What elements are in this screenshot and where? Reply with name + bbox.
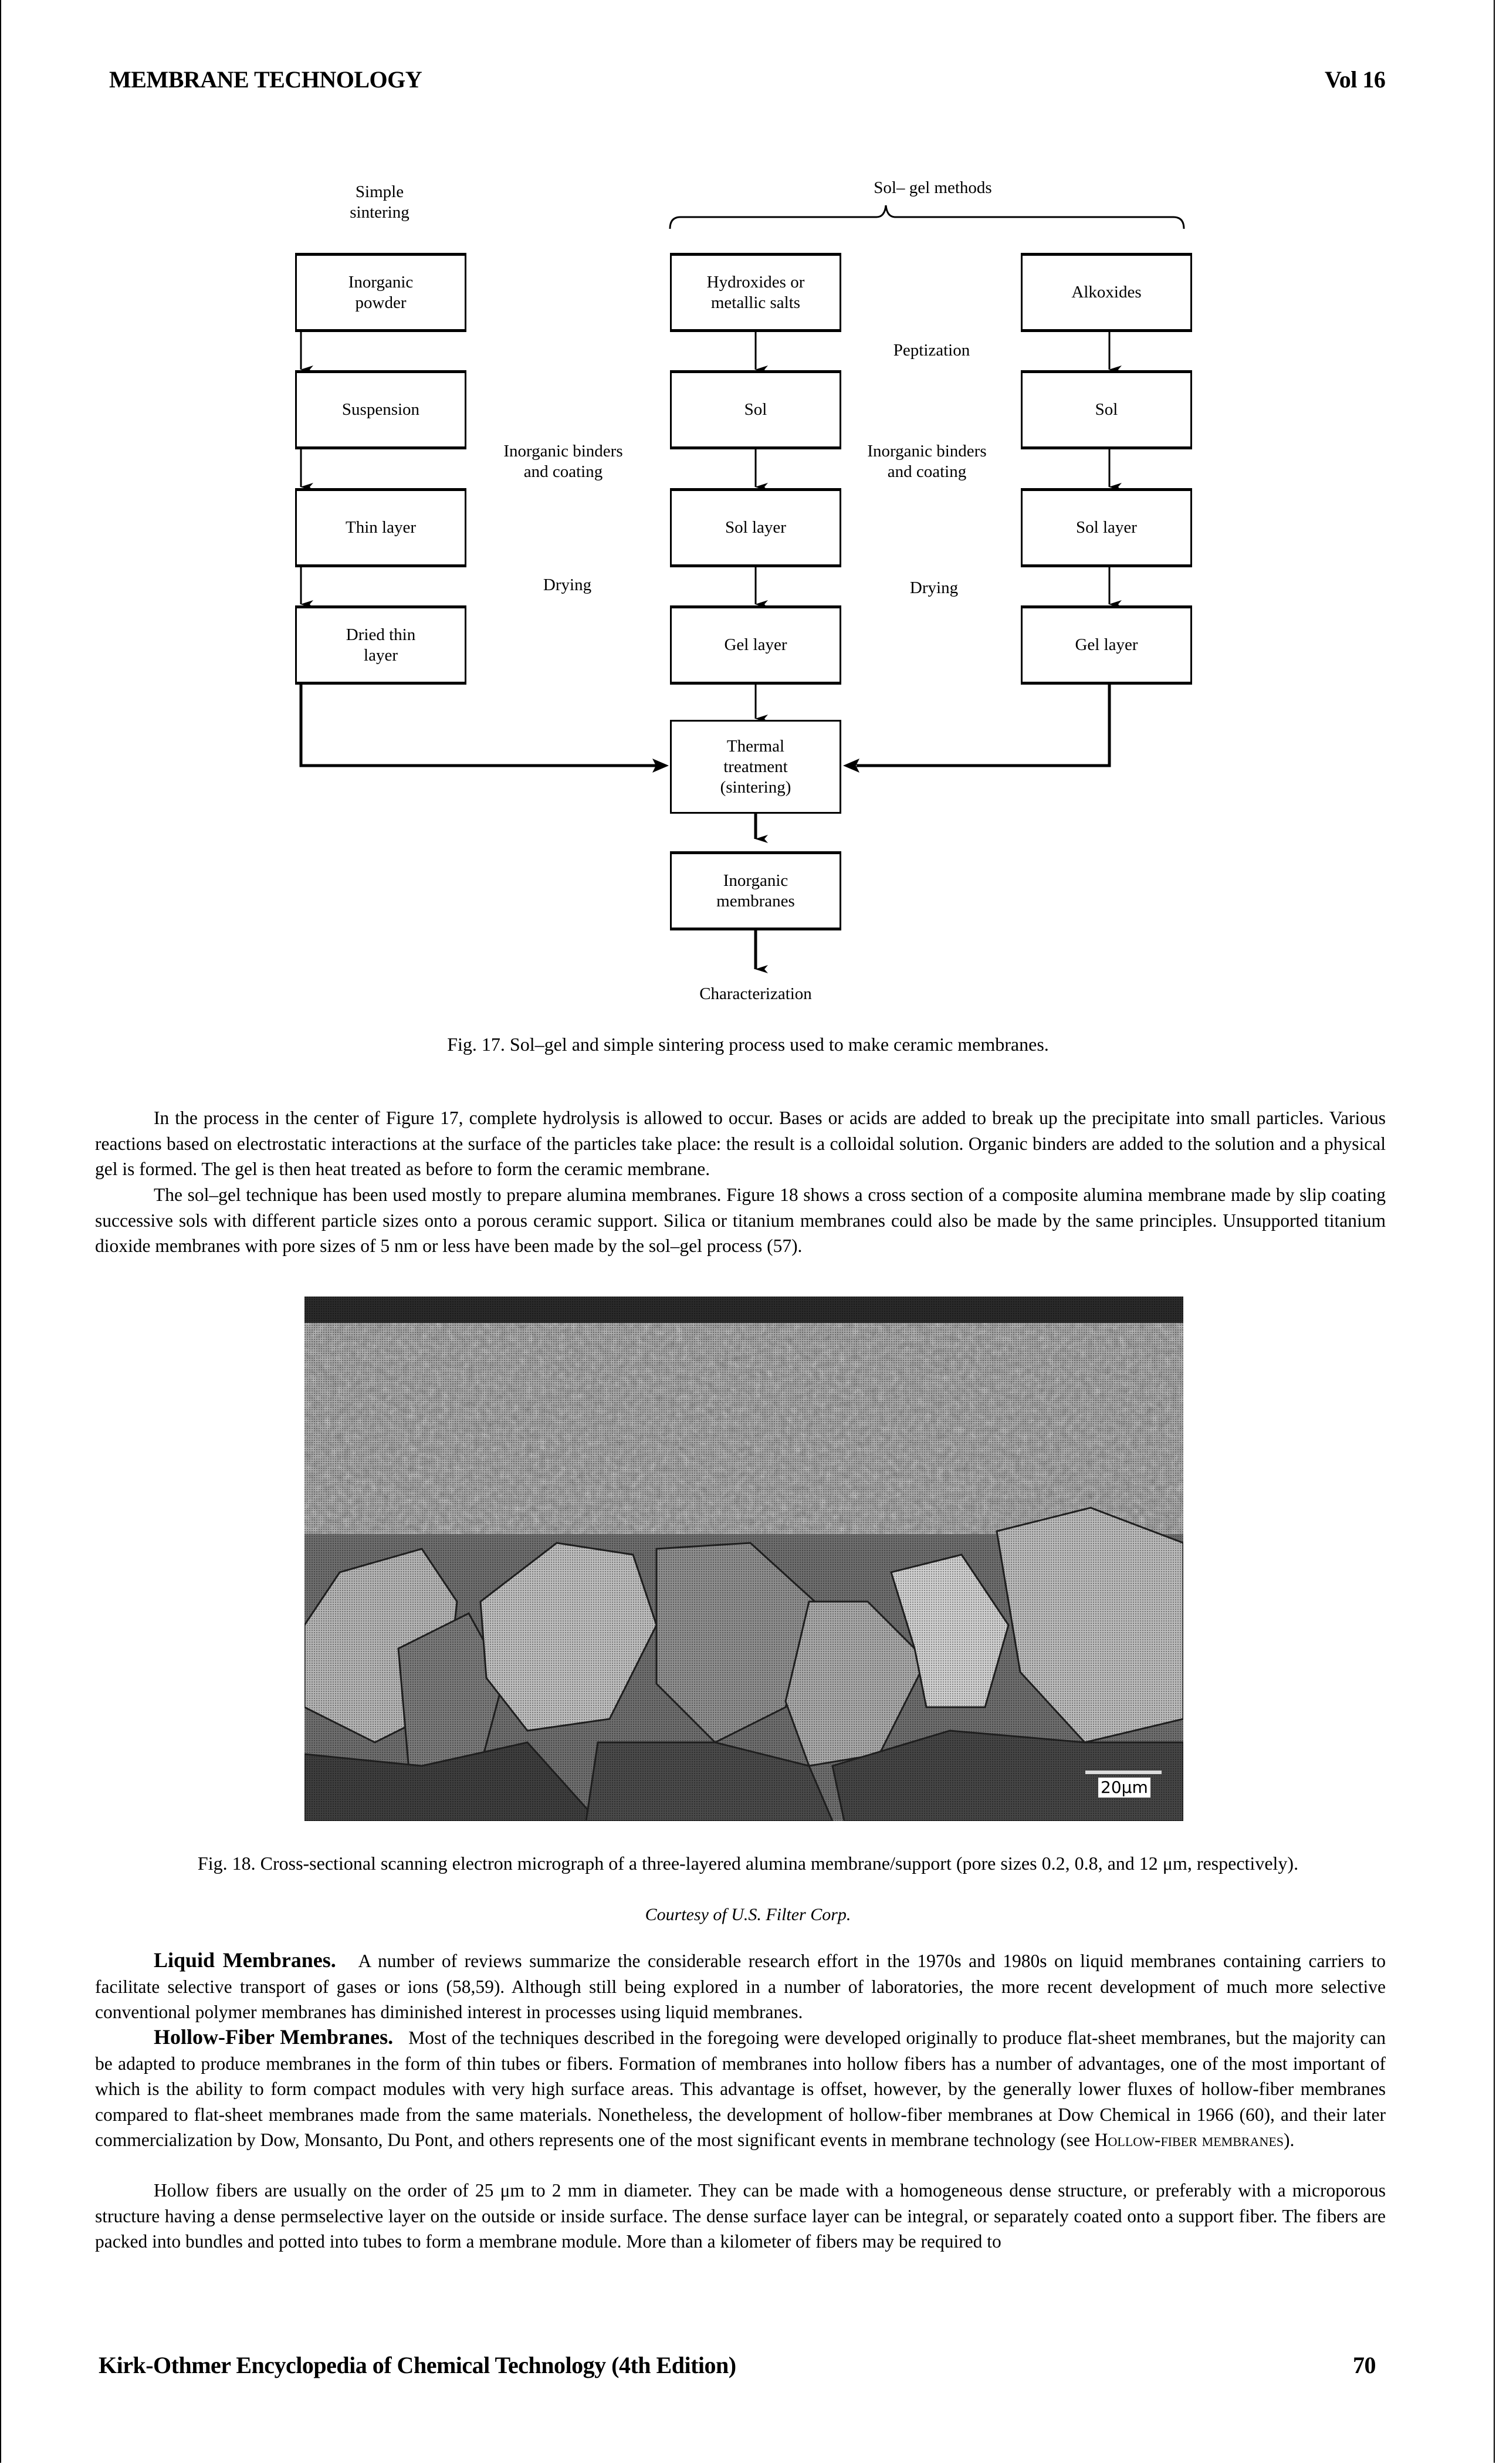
paragraph-hollow-fibers-text: Hollow fibers are usually on the order o…: [95, 2180, 1386, 2252]
figure-17-flowchart: Simple sintering Sol– gel methods Inorga…: [0, 0, 1496, 1033]
paragraph-hydrolysis: In the process in the center of Figure 1…: [95, 1105, 1386, 1182]
paragraph-hydrolysis-text: In the process in the center of Figure 1…: [95, 1108, 1386, 1179]
label-characterization: Characterization: [699, 984, 812, 1003]
label-drying-right: Drying: [909, 578, 959, 597]
scale-bar-label: 20μm: [1098, 1778, 1150, 1798]
box-inorganic-membranes: Inorganic membranes: [670, 851, 841, 930]
figure-18-sem-micrograph: [304, 1297, 1183, 1821]
box-thermal-treatment: Thermal treatment (sintering): [670, 720, 841, 814]
brace-sol-gel: [669, 205, 1185, 229]
box-sol-layer-right: Sol layer: [1021, 488, 1192, 567]
figure-18-credit: Courtesy of U.S. Filter Corp.: [645, 1905, 851, 1924]
footer-page-number: 70: [1353, 2352, 1376, 2378]
section-hollow-fiber-membranes: Hollow-Fiber Membranes. Most of the tech…: [95, 2025, 1386, 2153]
paragraph-sol-gel-technique: The sol–gel technique has been used most…: [95, 1182, 1386, 1259]
label-inorganic-binders-left: Inorganic binders and coating: [503, 442, 623, 481]
section-liquid-membranes: Liquid Membranes. A number of reviews su…: [95, 1948, 1386, 2025]
label-sol-gel-methods: Sol– gel methods: [874, 178, 992, 197]
box-alkoxides: Alkoxides: [1021, 253, 1192, 332]
arrow-left-to-thermal: [299, 683, 656, 767]
box-dried-thin-layer: Dried thin layer: [295, 605, 466, 685]
label-inorganic-binders-right: Inorganic binders and coating: [867, 442, 987, 481]
label-simple-sintering: Simple sintering: [350, 182, 409, 222]
box-sol-right: Sol: [1021, 370, 1192, 449]
box-sol-center: Sol: [670, 370, 841, 449]
box-gel-layer-center: Gel layer: [670, 605, 841, 685]
hollow-fiber-text-end: ).: [1284, 2130, 1295, 2150]
arrow-right-to-thermal: [857, 683, 1111, 767]
figure-17-caption: Fig. 17. Sol–gel and simple sintering pr…: [447, 1034, 1049, 1055]
box-thin-layer: Thin layer: [295, 488, 466, 567]
heading-liquid-membranes: Liquid Membranes.: [154, 1948, 336, 1972]
cross-reference-hollow-fiber[interactable]: Hollow-fiber membranes: [1095, 2130, 1284, 2150]
figure-18-caption: Fig. 18. Cross-sectional scanning electr…: [197, 1853, 1299, 1874]
box-suspension: Suspension: [295, 370, 466, 449]
paragraph-sol-gel-technique-text: The sol–gel technique has been used most…: [95, 1184, 1386, 1256]
box-inorganic-powder: Inorganic powder: [295, 253, 466, 332]
paragraph-hollow-fibers-dimensions: Hollow fibers are usually on the order o…: [95, 2178, 1386, 2255]
scale-bar: [1085, 1771, 1162, 1774]
label-drying-left: Drying: [543, 576, 592, 594]
box-sol-layer-center: Sol layer: [670, 488, 841, 567]
label-peptization: Peptization: [893, 341, 970, 360]
heading-hollow-fiber-membranes: Hollow-Fiber Membranes.: [154, 2025, 394, 2049]
footer-publication-title: Kirk-Othmer Encyclopedia of Chemical Tec…: [99, 2352, 736, 2378]
box-hydroxides: Hydroxides or metallic salts: [670, 253, 841, 332]
box-gel-layer-right: Gel layer: [1021, 605, 1192, 685]
